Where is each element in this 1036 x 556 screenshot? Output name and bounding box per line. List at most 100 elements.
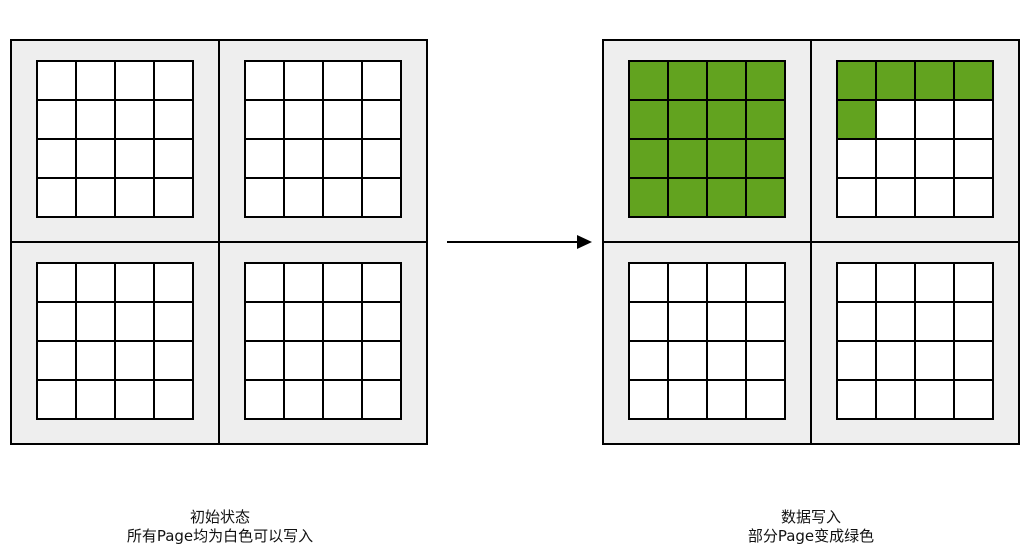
page-cell-free	[706, 262, 747, 303]
page-cell-free	[953, 99, 994, 140]
page-cell-free	[706, 340, 747, 381]
page-cell-free	[114, 301, 155, 342]
page-cell-free	[836, 301, 877, 342]
page-cell-free	[875, 177, 916, 218]
page-cell-free	[361, 379, 402, 420]
page-cell-free	[283, 301, 324, 342]
page-cell-free	[875, 138, 916, 179]
page-cell-free	[114, 379, 155, 420]
page-cell-free	[706, 301, 747, 342]
page-cell-free	[283, 60, 324, 101]
page-cell-written	[628, 138, 669, 179]
page-cell-free	[322, 340, 363, 381]
initial-state-title: 初始状态	[189, 508, 250, 526]
block	[602, 241, 812, 445]
page-cell-free	[114, 99, 155, 140]
page-cell-free	[283, 177, 324, 218]
page-cell-written	[628, 99, 669, 140]
page-cell-written	[667, 60, 708, 101]
transition-arrow	[447, 235, 592, 249]
page-cell-free	[283, 379, 324, 420]
page-cell-written	[953, 60, 994, 101]
page-cell-free	[244, 340, 285, 381]
page-cell-free	[628, 301, 669, 342]
page-cell-written	[628, 60, 669, 101]
page-cell-free	[628, 340, 669, 381]
page-cell-free	[36, 138, 77, 179]
page-cell-free	[667, 301, 708, 342]
block	[810, 39, 1020, 243]
page-cell-free	[283, 340, 324, 381]
data-written-caption: 数据写入 部分Page变成绿色	[651, 508, 971, 546]
page-cell-written	[667, 138, 708, 179]
page-cell-free	[75, 262, 116, 303]
page-cell-free	[153, 301, 194, 342]
page-cell-free	[836, 138, 877, 179]
page-cell-free	[361, 99, 402, 140]
page-cell-written	[706, 177, 747, 218]
page-cell-free	[36, 99, 77, 140]
page-cell-written	[836, 60, 877, 101]
page-cell-written	[914, 60, 955, 101]
page-cell-free	[361, 177, 402, 218]
page-cell-free	[628, 262, 669, 303]
page-cell-written	[667, 99, 708, 140]
page-cell-free	[361, 301, 402, 342]
page-cell-free	[153, 379, 194, 420]
page-cell-free	[745, 340, 786, 381]
block	[10, 39, 220, 243]
page-cell-free	[914, 138, 955, 179]
block	[810, 241, 1020, 445]
page-cell-free	[75, 138, 116, 179]
page-cell-free	[361, 138, 402, 179]
page-cell-free	[914, 262, 955, 303]
page-cell-free	[953, 138, 994, 179]
page-cell-free	[36, 301, 77, 342]
page-cell-free	[953, 301, 994, 342]
page-cell-free	[361, 340, 402, 381]
page-cell-free	[153, 177, 194, 218]
page-cell-written	[628, 177, 669, 218]
page-cell-free	[836, 379, 877, 420]
block	[218, 241, 428, 445]
data-written-subtitle: 部分Page变成绿色	[747, 527, 875, 545]
page-cell-free	[953, 177, 994, 218]
page-cell-free	[75, 99, 116, 140]
page-cell-free	[836, 340, 877, 381]
page-cell-free	[36, 340, 77, 381]
page-cell-written	[745, 177, 786, 218]
page-cell-free	[914, 177, 955, 218]
page-cell-written	[875, 60, 916, 101]
block	[602, 39, 812, 243]
page-cell-free	[628, 379, 669, 420]
page-cell-free	[836, 177, 877, 218]
page-cell-free	[244, 138, 285, 179]
block	[10, 241, 220, 445]
page-cell-free	[322, 99, 363, 140]
page-cell-free	[322, 379, 363, 420]
page-cell-free	[836, 262, 877, 303]
page-cell-free	[706, 379, 747, 420]
page-cell-free	[953, 262, 994, 303]
page-cell-free	[322, 262, 363, 303]
page-cell-free	[244, 99, 285, 140]
page-cell-free	[667, 340, 708, 381]
page-cell-written	[706, 60, 747, 101]
page-cell-free	[153, 99, 194, 140]
page-cell-free	[361, 262, 402, 303]
page-cell-free	[283, 262, 324, 303]
initial-state-panel	[10, 39, 428, 445]
page-cell-free	[114, 60, 155, 101]
page-cell-free	[153, 340, 194, 381]
page-cell-free	[75, 379, 116, 420]
page-cell-written	[745, 99, 786, 140]
page-cell-free	[953, 379, 994, 420]
page-cell-written	[706, 99, 747, 140]
page-cell-free	[153, 60, 194, 101]
page-cell-free	[36, 379, 77, 420]
page-cell-written	[745, 138, 786, 179]
page-cell-free	[244, 301, 285, 342]
page-cell-free	[875, 301, 916, 342]
initial-state-subtitle: 所有Page均为白色可以写入	[126, 527, 314, 545]
page-cell-free	[667, 379, 708, 420]
